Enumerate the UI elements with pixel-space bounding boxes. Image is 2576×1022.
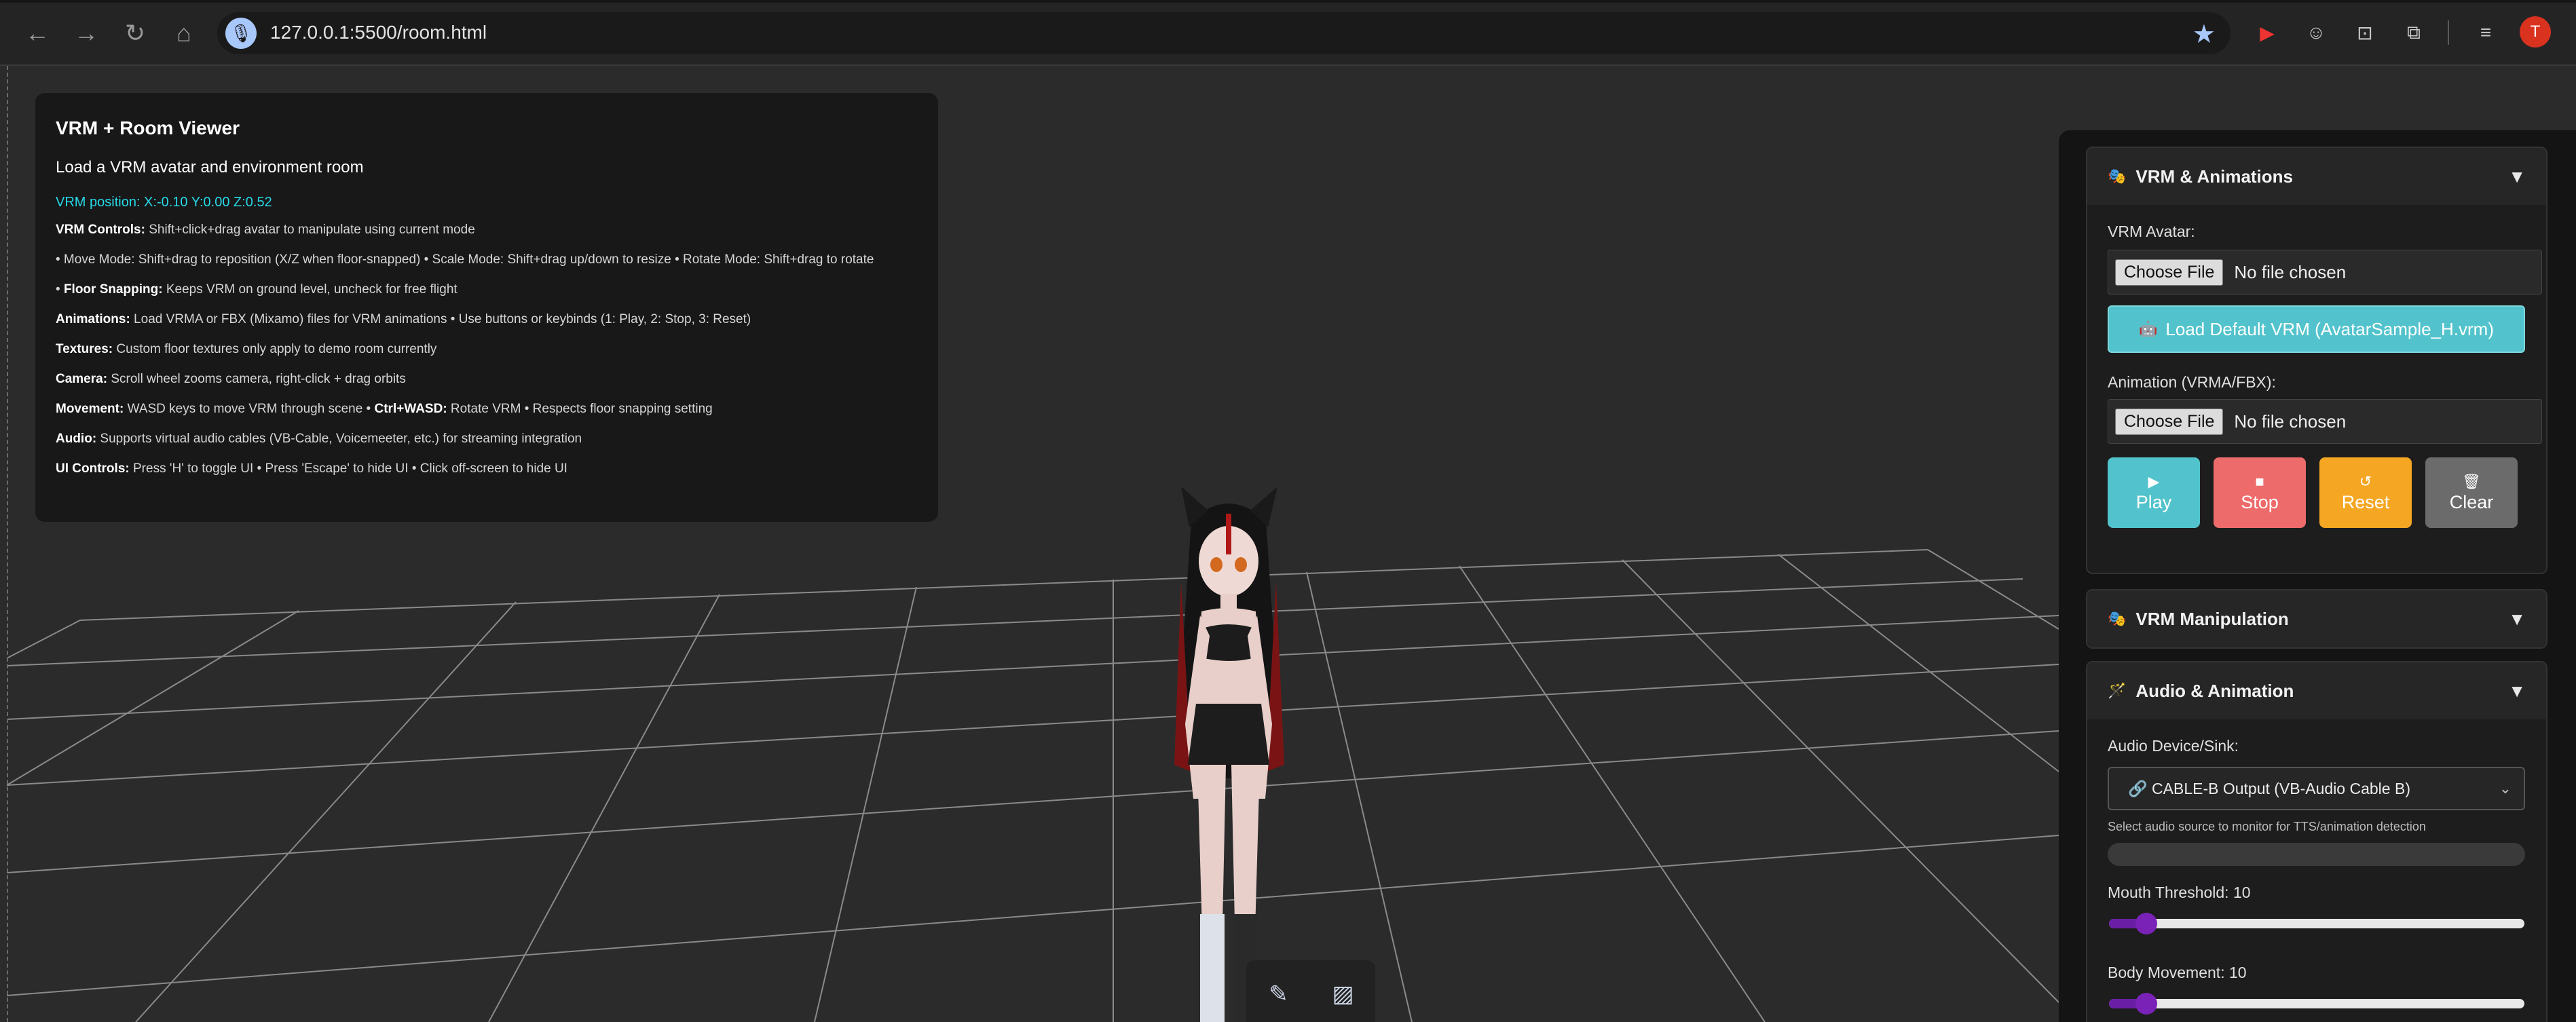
vrm-manipulation-section: 🎭 VRM Manipulation ▼: [2086, 589, 2547, 649]
vrm-choose-file-button[interactable]: Choose File: [2115, 259, 2224, 286]
animation-no-file-text: No file chosen: [2234, 411, 2347, 432]
audio-animation-header[interactable]: 🪄 Audio & Animation ▼: [2087, 662, 2546, 719]
vrm-manipulation-title: VRM Manipulation: [2135, 608, 2289, 629]
vrm-avatar[interactable]: [1127, 480, 1330, 1022]
vrm-animations-title: VRM & Animations: [2135, 166, 2294, 187]
masks-icon: 🎭: [2108, 168, 2127, 185]
reset-icon: ↺: [2359, 472, 2372, 490]
load-default-vrm-button[interactable]: 🤖 Load Default VRM (AvatarSample_H.vrm): [2108, 305, 2525, 353]
extension-face-icon[interactable]: ☺: [2301, 18, 2331, 48]
media-queue-icon[interactable]: ≡: [2471, 18, 2501, 48]
play-button[interactable]: ▶ Play: [2108, 457, 2200, 528]
manipulate-tool-icon[interactable]: ✎: [1258, 974, 1299, 1015]
info-line-audio: Audio: Supports virtual audio cables (VB…: [56, 432, 582, 446]
vrm-no-file-text: No file chosen: [2234, 261, 2347, 282]
audio-device-hint: Select audio source to monitor for TTS/a…: [2108, 820, 2426, 833]
info-line-textures: Textures: Custom floor textures only app…: [56, 342, 437, 356]
offscreen-boundary: [7, 66, 8, 1022]
collapse-arrow-icon[interactable]: ▼: [2508, 681, 2526, 702]
animation-file-input[interactable]: Choose File No file chosen: [2108, 399, 2542, 444]
audio-device-select[interactable]: 🔗 CABLE-B Output (VB-Audio Cable B) ⌄: [2108, 767, 2525, 810]
audio-device-label: Audio Device/Sink:: [2108, 737, 2239, 755]
extensions-puzzle-icon[interactable]: ⧉: [2399, 18, 2429, 48]
info-line-camera: Camera: Scroll wheel zooms camera, right…: [56, 372, 406, 386]
vrm-position-readout: VRM position: X:-0.10 Y:0.00 Z:0.52: [56, 195, 272, 210]
collapse-arrow-icon[interactable]: ▼: [2508, 609, 2526, 630]
reset-button[interactable]: ↺ Reset: [2319, 457, 2412, 528]
home-icon[interactable]: ⌂: [167, 16, 201, 50]
texture-tool-icon[interactable]: ▨: [1323, 974, 1364, 1015]
info-line-ui-controls: UI Controls: Press 'H' to toggle UI • Pr…: [56, 461, 567, 476]
vrm-animations-section: 🎭 VRM & Animations ▼ VRM Avatar: Choose …: [2086, 147, 2547, 574]
mic-icon[interactable]: 🎙: [225, 18, 257, 49]
clear-label: Clear: [2449, 491, 2494, 512]
stop-button[interactable]: ■ Stop: [2214, 457, 2306, 528]
body-movement-label: Body Movement: 10: [2108, 964, 2247, 981]
profile-avatar[interactable]: T: [2520, 16, 2551, 48]
info-line-floor: • Floor Snapping: Keeps VRM on ground le…: [56, 282, 458, 297]
info-panel: VRM + Room Viewer Load a VRM avatar and …: [35, 93, 938, 522]
back-icon[interactable]: ←: [20, 16, 54, 50]
audio-animation-section: 🪄 Audio & Animation ▼ Audio Device/Sink:…: [2086, 661, 2547, 1022]
vrm-avatar-file-input[interactable]: Choose File No file chosen: [2108, 250, 2542, 295]
clear-button[interactable]: 🗑 Clear: [2425, 457, 2518, 528]
animation-choose-file-button[interactable]: Choose File: [2115, 408, 2224, 435]
info-line-animations: Animations: Load VRMA or FBX (Mixamo) fi…: [56, 312, 751, 326]
play-icon: ▶: [2148, 472, 2160, 490]
vrm-avatar-label: VRM Avatar:: [2108, 223, 2195, 240]
stop-icon: ■: [2255, 472, 2264, 490]
stop-label: Stop: [2241, 491, 2279, 512]
play-label: Play: [2135, 491, 2172, 512]
trash-icon: 🗑: [2462, 472, 2481, 490]
extension-robot-icon[interactable]: ⊡: [2350, 18, 2380, 48]
info-title: VRM + Room Viewer: [56, 117, 240, 138]
masks-icon: 🎭: [2108, 610, 2127, 627]
info-line-modes: • Move Mode: Shift+drag to reposition (X…: [56, 252, 874, 267]
body-movement-slider[interactable]: [2109, 993, 2524, 1015]
animation-label: Animation (VRMA/FBX):: [2108, 373, 2276, 391]
mouth-threshold-slider[interactable]: [2109, 913, 2524, 934]
audio-device-value: 🔗 CABLE-B Output (VB-Audio Cable B): [2128, 779, 2410, 797]
url-text[interactable]: 127.0.0.1:5500/room.html: [270, 22, 487, 43]
collapse-arrow-icon[interactable]: ▼: [2508, 166, 2526, 187]
slider-track: [2109, 999, 2524, 1008]
star-icon[interactable]: ★: [2192, 19, 2216, 50]
control-panel: 🎭 VRM & Animations ▼ VRM Avatar: Choose …: [2059, 130, 2576, 1022]
vrm-manipulation-header[interactable]: 🎭 VRM Manipulation ▼: [2087, 590, 2546, 647]
load-default-vrm-label: Load Default VRM (AvatarSample_H.vrm): [2165, 318, 2494, 339]
info-line-movement: Movement: WASD keys to move VRM through …: [56, 402, 713, 416]
robot-icon: 🤖: [2139, 320, 2158, 337]
wand-icon: 🪄: [2108, 682, 2127, 699]
info-subtitle: Load a VRM avatar and environment room: [56, 158, 364, 176]
tab-strip-edge: [0, 0, 2576, 3]
slider-track: [2109, 919, 2524, 928]
audio-animation-title: Audio & Animation: [2135, 680, 2294, 701]
floating-tool-bar: ✎ ▨: [1246, 960, 1375, 1022]
extension-red-icon[interactable]: ▶: [2252, 18, 2282, 48]
address-bar[interactable]: 🎙 127.0.0.1:5500/room.html ★: [217, 12, 2230, 54]
browser-toolbar: ← → ↻ ⌂ 🎙 127.0.0.1:5500/room.html ★ ▶ ☺…: [0, 0, 2576, 66]
mouth-threshold-label: Mouth Threshold: 10: [2108, 884, 2251, 901]
forward-icon[interactable]: →: [69, 16, 103, 50]
chevron-down-icon: ⌄: [2499, 780, 2512, 797]
reload-icon[interactable]: ↻: [118, 16, 152, 50]
info-line-controls: VRM Controls: Shift+click+drag avatar to…: [56, 223, 475, 237]
slider-thumb[interactable]: [2135, 993, 2158, 1015]
audio-level-meter: [2108, 843, 2525, 866]
scene-viewport[interactable]: VRM + Room Viewer Load a VRM avatar and …: [0, 66, 2576, 1022]
vrm-animations-header[interactable]: 🎭 VRM & Animations ▼: [2087, 148, 2546, 205]
toolbar-separator: [2448, 20, 2449, 45]
reset-label: Reset: [2341, 491, 2390, 512]
slider-thumb[interactable]: [2135, 913, 2158, 934]
